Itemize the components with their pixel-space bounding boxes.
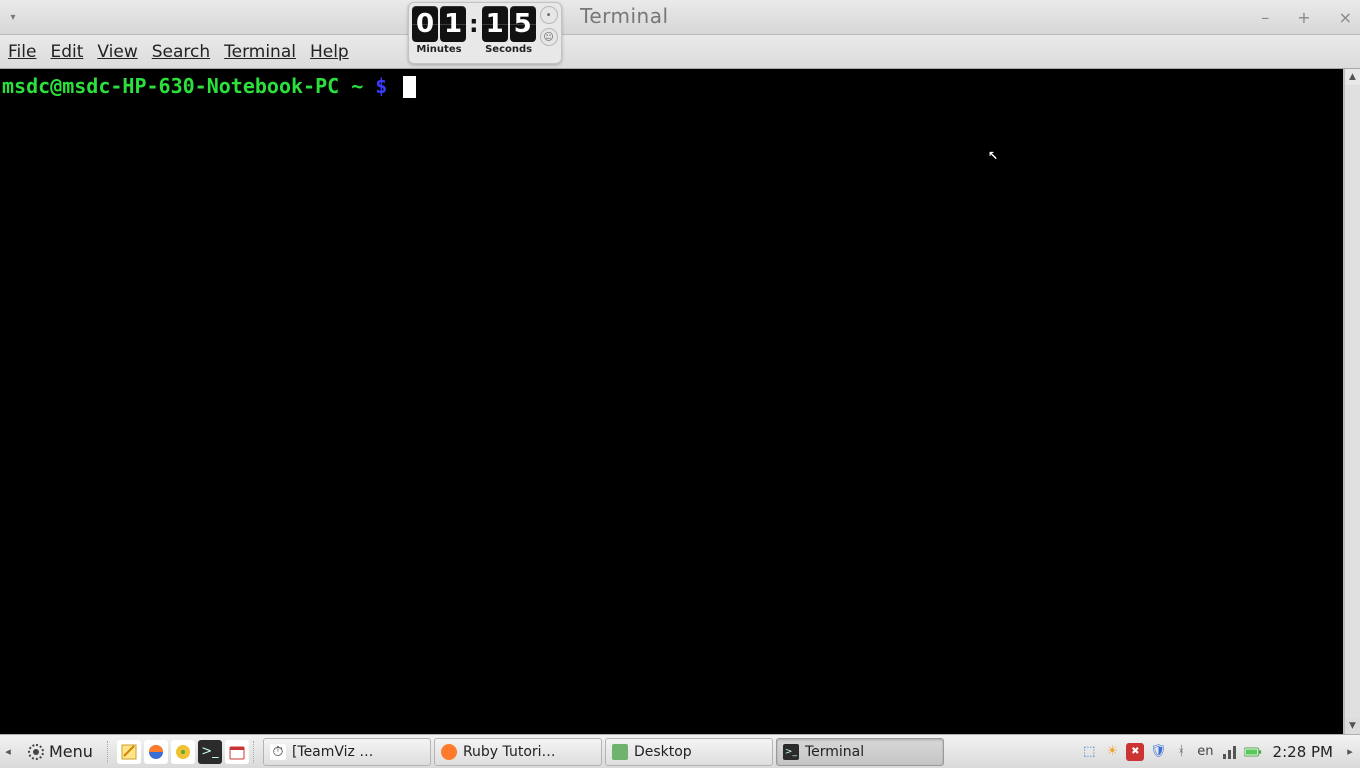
- launcher-notes-icon[interactable]: [117, 740, 141, 764]
- window-titlebar: ▾ Terminal – + ×: [0, 0, 1360, 35]
- taskbar-scroll-right[interactable]: ▸: [1344, 737, 1356, 767]
- separator: [253, 741, 259, 763]
- task-label: Ruby Tutori…: [463, 744, 556, 760]
- tray-battery-icon[interactable]: [1244, 743, 1262, 761]
- scrollbar-track[interactable]: [1345, 85, 1360, 718]
- launcher-calendar-icon[interactable]: [225, 740, 249, 764]
- launcher-music-icon[interactable]: [171, 740, 195, 764]
- tray-keyboard-layout[interactable]: en: [1195, 744, 1215, 759]
- window-maximize-button[interactable]: +: [1297, 8, 1310, 27]
- scrollbar-up-arrow-icon[interactable]: ▲: [1345, 69, 1360, 85]
- menu-view[interactable]: View: [97, 42, 137, 62]
- task-label: [TeamViz …: [292, 744, 373, 760]
- task-desktop[interactable]: Desktop: [605, 738, 773, 766]
- timer-mood-icon[interactable]: ☺: [540, 28, 558, 46]
- timer-minutes-d2: 1: [440, 6, 466, 42]
- start-menu-button[interactable]: Menu: [18, 738, 103, 766]
- scrollbar-down-arrow-icon[interactable]: ▼: [1345, 718, 1360, 734]
- launcher-terminal-icon[interactable]: >_: [198, 740, 222, 764]
- timer-status-indicator-top[interactable]: •: [540, 6, 558, 24]
- mouse-cursor-icon: ↖: [988, 141, 998, 167]
- timer-seconds-d1: 1: [482, 6, 508, 42]
- launcher-firefox-icon[interactable]: [144, 740, 168, 764]
- tray-shield-icon[interactable]: 🛡: [1149, 743, 1167, 761]
- separator: [107, 741, 113, 763]
- timer-seconds: 1 5 Seconds: [482, 6, 536, 55]
- prompt-user-host: msdc@msdc-HP-630-Notebook-PC: [2, 74, 339, 98]
- quick-launchers: >_: [117, 740, 249, 764]
- window-title: Terminal: [580, 4, 669, 28]
- window-controls: – + ×: [1261, 0, 1352, 34]
- taskbar-scroll-left[interactable]: ◂: [2, 737, 14, 767]
- prompt-dollar: $: [375, 74, 387, 98]
- menu-search[interactable]: Search: [152, 42, 210, 62]
- tray-network-icon[interactable]: [1221, 743, 1239, 761]
- gear-icon: [28, 744, 44, 760]
- window-minimize-button[interactable]: –: [1261, 8, 1269, 27]
- task-firefox[interactable]: Ruby Tutori…: [434, 738, 602, 766]
- taskbar: ◂ Menu >_ ⏱ [TeamViz … Ruby Tutori…: [0, 734, 1360, 768]
- tray-bluetooth-icon[interactable]: ᚼ: [1172, 743, 1190, 761]
- prompt-path: ~: [351, 74, 363, 98]
- menu-file[interactable]: File: [8, 42, 36, 62]
- system-tray: ⬚ ☀ ✖ 🛡 ᚼ en 2:28 PM ▸: [1080, 737, 1358, 767]
- timer-minutes: 0 1 Minutes: [412, 6, 466, 55]
- task-teamviz[interactable]: ⏱ [TeamViz …: [263, 738, 431, 766]
- menu-help[interactable]: Help: [310, 42, 349, 62]
- titlebar-appmenu-arrow[interactable]: ▾: [0, 0, 26, 34]
- timer-minutes-d1: 0: [412, 6, 438, 42]
- task-label: Desktop: [634, 744, 692, 760]
- task-buttons: ⏱ [TeamViz … Ruby Tutori… Desktop >_ Ter…: [263, 738, 944, 766]
- tray-update-icon[interactable]: ✖: [1126, 743, 1144, 761]
- menubar: File Edit View Search Terminal Help: [0, 35, 1360, 69]
- timer-colon: :: [469, 10, 479, 38]
- timer-seconds-d2: 5: [510, 6, 536, 42]
- tray-weather-icon[interactable]: ☀: [1103, 743, 1121, 761]
- window-close-button[interactable]: ×: [1339, 8, 1352, 27]
- timer-minutes-label: Minutes: [416, 44, 461, 55]
- tray-dropbox-icon[interactable]: ⬚: [1080, 743, 1098, 761]
- task-label: Terminal: [805, 744, 864, 760]
- vertical-scrollbar[interactable]: ▲ ▼: [1344, 69, 1360, 734]
- timer-seconds-label: Seconds: [485, 44, 532, 55]
- menu-terminal[interactable]: Terminal: [224, 42, 296, 62]
- text-cursor: [403, 76, 416, 98]
- task-terminal[interactable]: >_ Terminal: [776, 738, 944, 766]
- start-menu-label: Menu: [49, 742, 93, 761]
- tray-clock[interactable]: 2:28 PM: [1267, 743, 1339, 761]
- menu-edit[interactable]: Edit: [50, 42, 83, 62]
- pomodoro-timer-widget[interactable]: 0 1 Minutes : 1 5 Seconds • ☺: [408, 2, 562, 64]
- terminal-viewport[interactable]: msdc@msdc-HP-630-Notebook-PC ~ $ ↖: [0, 69, 1344, 734]
